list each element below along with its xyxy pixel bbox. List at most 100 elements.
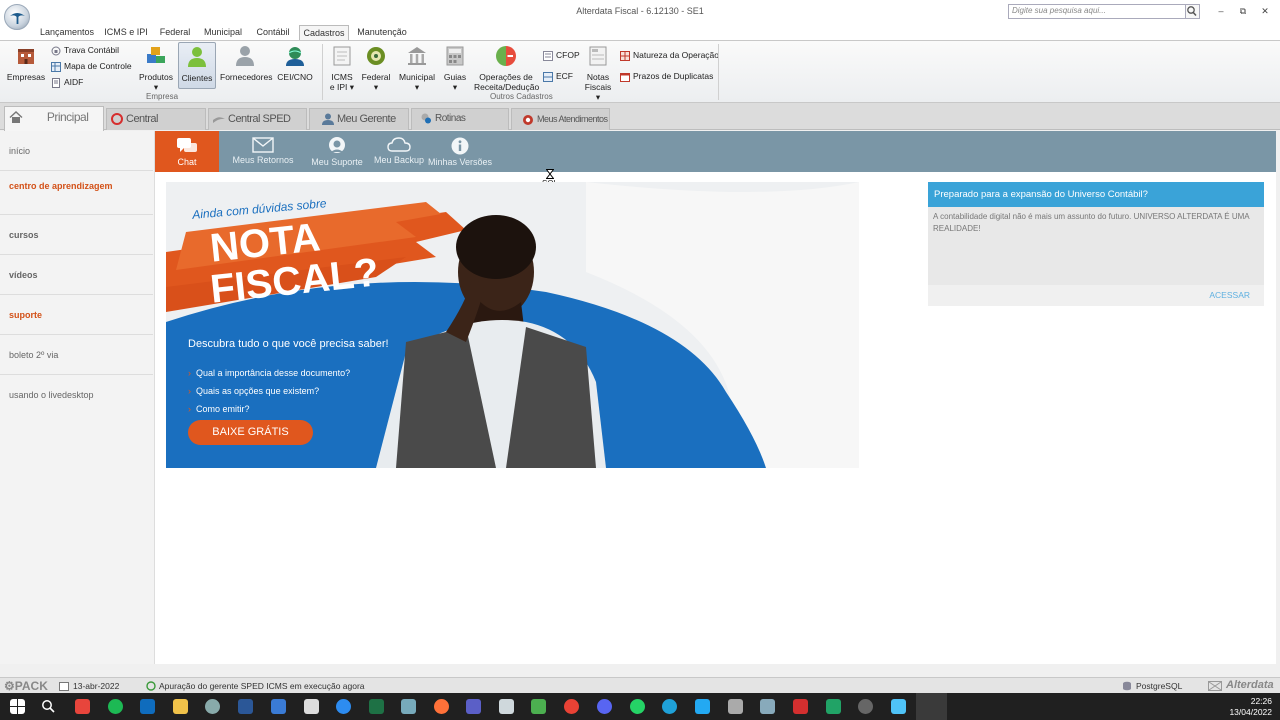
nav-meu-backup-label: Meu Backup (373, 155, 425, 165)
calculator-app-icon[interactable] (499, 699, 514, 714)
sidebar-item-boleto[interactable]: boleto 2º via (0, 335, 153, 375)
search-button[interactable] (1186, 4, 1200, 19)
firefox-icon[interactable] (434, 699, 449, 714)
whatsapp-icon[interactable] (630, 699, 645, 714)
chrome-icon[interactable] (564, 699, 579, 714)
person-gray-icon (236, 46, 254, 66)
database-icon (1123, 681, 1131, 691)
trava-contabil-button[interactable]: Trava Contábil (51, 45, 119, 56)
taskbar-app-gray-icon[interactable] (205, 699, 220, 714)
taskbar-app-green-icon[interactable] (531, 699, 546, 714)
tab-federal[interactable]: Federal (157, 25, 193, 40)
banner-bullet-text: Qual a importância desse documento? (196, 368, 351, 378)
taskbar-app-light-icon[interactable] (304, 699, 319, 714)
lock-icon (51, 46, 61, 56)
municipal-button[interactable]: Municipal ▾ (397, 45, 437, 92)
tab-lancamentos[interactable]: Lançamentos (37, 25, 97, 40)
natureza-operacao-button[interactable]: Natureza da Operação (620, 50, 719, 61)
spotify-icon[interactable] (108, 699, 123, 714)
vscode-icon[interactable] (695, 699, 710, 714)
status-date: 13-abr-2022 (73, 681, 120, 691)
sidebar-item-videos[interactable]: vídeos (0, 255, 153, 295)
acessar-link[interactable]: ACESSAR (1209, 290, 1250, 300)
excel-icon[interactable] (369, 699, 384, 714)
tab-contabil[interactable]: Contábil (253, 25, 293, 40)
cei-cno-button[interactable]: CEI/CNO (277, 45, 313, 82)
clientes-button[interactable]: Clientes (178, 42, 216, 89)
baixe-gratis-button[interactable]: BAIXE GRÁTIS (188, 420, 313, 445)
taskbar-clock[interactable]: 22:26 13/04/2022 (1229, 696, 1272, 718)
aidf-button[interactable]: AIDF (51, 77, 83, 88)
search-input[interactable]: Digite sua pesquisa aqui... (1008, 4, 1186, 19)
tab-central-sped-reinf[interactable]: Central SPED Reinf (208, 108, 307, 145)
operacoes-receita-button[interactable]: Operações de Receita/Dedução (474, 45, 539, 92)
mapa-controle-button[interactable]: Mapa de Controle (51, 61, 132, 72)
empresas-label: Empresas (6, 72, 46, 82)
file-explorer-icon[interactable] (173, 699, 188, 714)
taskbar-app-emerald-icon[interactable] (826, 699, 841, 714)
promo-banner[interactable]: Ainda com dúvidas sobre NOTA FISCAL? Des… (166, 182, 859, 468)
windows-start-icon[interactable] (10, 699, 25, 714)
sidebar-item-centro-aprendizagem[interactable]: centro de aprendizagem (0, 168, 153, 215)
nav-meu-suporte[interactable]: Meu Suporte (307, 131, 367, 172)
taskbar-search-icon[interactable] (41, 699, 56, 714)
outlook-icon[interactable] (140, 699, 155, 714)
nav-meu-backup[interactable]: Meu Backup (371, 131, 427, 172)
calculator-icon (446, 46, 464, 66)
nav-meus-retornos[interactable]: Meus Retornos (229, 131, 297, 172)
taskbar-app-silver-icon[interactable] (728, 699, 743, 714)
sidebar-item-livedesktop[interactable]: usando o livedesktop (0, 375, 153, 415)
settings-icon[interactable] (858, 699, 873, 714)
tab-icms-ipi[interactable]: ICMS e IPI (103, 25, 149, 40)
ecf-button[interactable]: ECF (543, 71, 573, 82)
tab-meu-gerente[interactable]: Meu Gerente (309, 108, 409, 130)
grid-red-icon (620, 51, 630, 61)
sidebar-item-cursos[interactable]: cursos (0, 215, 153, 255)
notas-fiscais-button[interactable]: Notas Fiscais ▾ (582, 45, 614, 102)
edge-icon[interactable] (662, 699, 677, 714)
federal-button[interactable]: Federal ▾ (360, 45, 392, 92)
tab-central-econtador[interactable]: Central eContador (106, 108, 206, 145)
acrobat-icon[interactable] (793, 699, 808, 714)
nav-minhas-versoes[interactable]: Minhas Versões (427, 131, 493, 172)
nav-chat[interactable]: Chat (155, 131, 219, 172)
prazos-duplicatas-button[interactable]: Prazos de Duplicatas (620, 71, 713, 82)
municipal-dropdown-icon: ▾ (414, 82, 420, 92)
tab-cadastros[interactable]: Cadastros (299, 25, 349, 40)
app-menu-button[interactable] (4, 4, 30, 30)
tab-municipal[interactable]: Municipal (201, 25, 245, 40)
taskbar-app-circle-icon[interactable] (336, 699, 351, 714)
banner-bullet-text: Quais as opções que existem? (196, 386, 320, 396)
discord-icon[interactable] (597, 699, 612, 714)
cast-doc-icon (333, 46, 351, 66)
doc-list-icon (543, 51, 553, 61)
sidebar-item-inicio[interactable]: início (0, 131, 153, 171)
taskbar-app-red-icon[interactable] (75, 699, 90, 714)
sidebar-item-suporte[interactable]: suporte (0, 295, 153, 335)
nav-meus-retornos-label: Meus Retornos (232, 155, 294, 165)
tab-manutencao[interactable]: Manutenção (354, 25, 410, 40)
produtos-button[interactable]: Produtos ▾ (137, 45, 175, 92)
taskbar-app-blue-icon[interactable] (271, 699, 286, 714)
restore-button[interactable]: ⧉ (1236, 5, 1250, 18)
taskbar-app-slate-icon[interactable] (760, 699, 775, 714)
tab-principal[interactable]: Principal (4, 106, 104, 131)
empresas-button[interactable]: Empresas (6, 45, 46, 82)
status-bar: ⚙PACK 13-abr-2022 Apuração do gerente SP… (0, 677, 1280, 693)
teams-icon[interactable] (466, 699, 481, 714)
icms-ipi-button[interactable]: ICMS e IPI ▾ (328, 45, 356, 92)
tab-rotinas-automaticas[interactable]: Rotinas automáticas (411, 108, 509, 144)
fornecedores-button[interactable]: Fornecedores (220, 45, 272, 82)
taskbar-app-sky-icon[interactable] (891, 699, 906, 714)
taskbar-app-teal-icon[interactable] (401, 699, 416, 714)
guias-button[interactable]: Guias ▾ (442, 45, 468, 92)
word-icon[interactable] (238, 699, 253, 714)
tab-meus-atendimentos[interactable]: Meus Atendimentos (511, 108, 610, 130)
cfop-button[interactable]: CFOP (543, 50, 580, 61)
notas-dropdown-icon: ▾ (595, 92, 601, 102)
close-button[interactable]: ✕ (1258, 5, 1272, 18)
emblem-icon (367, 47, 385, 65)
status-brand: Alterdata (1226, 679, 1274, 691)
minimize-button[interactable]: – (1214, 5, 1228, 18)
taskbar-active-app[interactable] (916, 693, 947, 720)
